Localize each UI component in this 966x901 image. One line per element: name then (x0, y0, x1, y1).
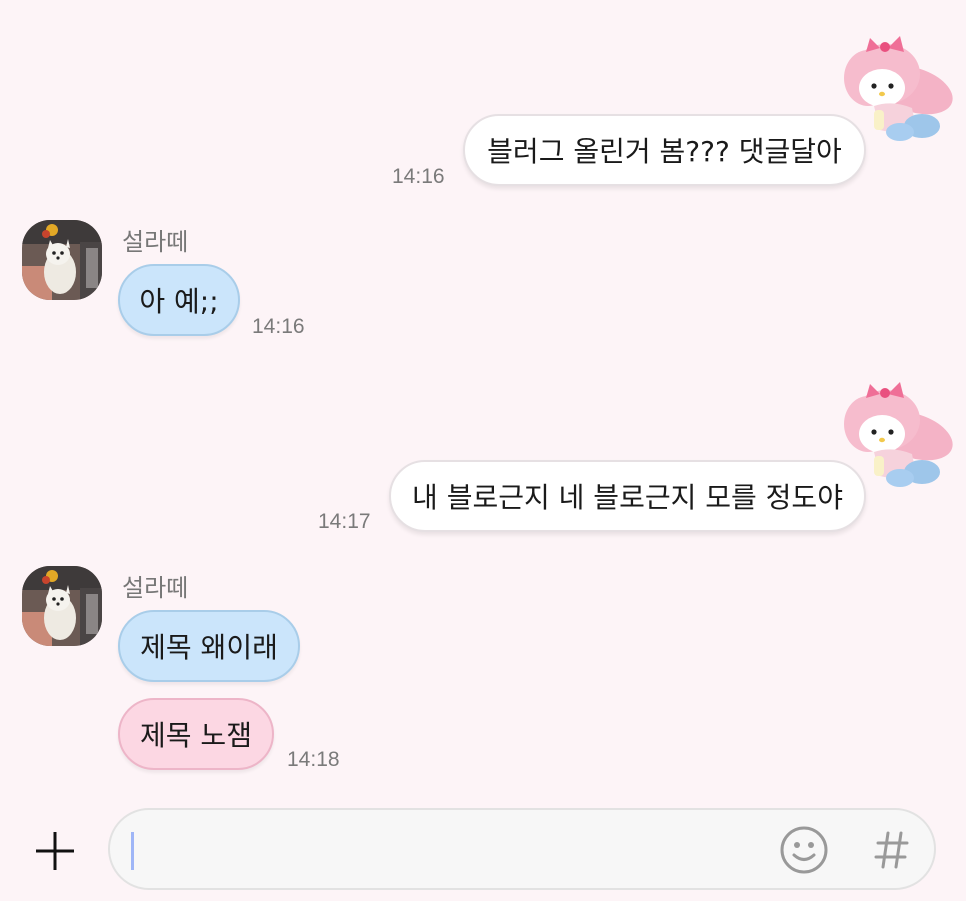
sender-name: 설라떼 (122, 228, 189, 256)
hashtag-icon (874, 831, 909, 869)
message-text: 블러그 올린거 봄??? 댓글달아 (487, 135, 842, 168)
message-time: 14:18 (287, 748, 340, 771)
message-bubble-incoming[interactable]: 아 예;; (118, 264, 240, 336)
plus-icon (36, 832, 74, 870)
message-text: 제목 노잼 (140, 719, 252, 752)
emoji-button[interactable] (778, 824, 830, 876)
dog-avatar-icon (22, 220, 102, 300)
emoji-icon (780, 826, 828, 874)
hashtag-button[interactable] (870, 826, 914, 874)
message-time: 14:16 (252, 315, 305, 338)
dog-avatar-icon (22, 566, 102, 646)
message-bubble-incoming[interactable]: 제목 노잼 (118, 698, 274, 770)
message-input[interactable] (140, 824, 764, 878)
message-time: 14:17 (318, 510, 371, 533)
message-input-bar[interactable] (108, 808, 936, 890)
message-text: 아 예;; (139, 285, 219, 318)
message-bubble-incoming[interactable]: 제목 왜이래 (118, 610, 300, 682)
message-bubble-outgoing[interactable]: 내 블로근지 네 블로근지 모를 정도야 (389, 460, 866, 532)
message-text: 제목 왜이래 (140, 631, 278, 664)
add-attachment-button[interactable] (30, 826, 80, 876)
sender-avatar[interactable] (22, 220, 102, 300)
message-text: 내 블로근지 네 블로근지 모를 정도야 (412, 481, 843, 514)
sender-avatar[interactable] (22, 566, 102, 646)
message-time: 14:16 (392, 165, 445, 188)
message-bubble-outgoing[interactable]: 블러그 올린거 봄??? 댓글달아 (463, 114, 866, 186)
sender-name: 설라떼 (122, 574, 189, 602)
text-caret (131, 832, 134, 870)
